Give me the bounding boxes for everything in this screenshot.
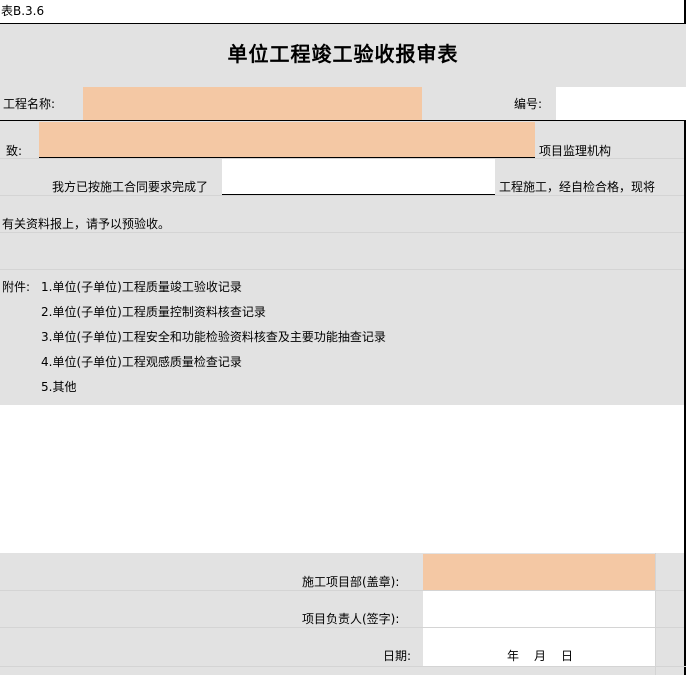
column-divider (655, 553, 656, 675)
date-month-label: 月 (534, 649, 547, 663)
bottom-divider (0, 666, 686, 667)
attachment-item: 4.单位(子单位)工程观感质量检查记录 (41, 355, 242, 369)
statement-line2: 有关资料报上，请予以预验收。 (2, 217, 171, 231)
addressee-label: 致: (6, 144, 23, 158)
top-bar (0, 0, 686, 24)
attachment-item: 5.其他 (41, 380, 77, 394)
page-title: 单位工程竣工验收报审表 (227, 42, 459, 66)
dept-seal-label: 施工项目部(盖章): (302, 575, 400, 589)
addressee-field[interactable] (39, 122, 535, 158)
manager-sign-field[interactable] (423, 591, 655, 627)
blank-area (0, 405, 686, 553)
dept-seal-field[interactable] (423, 554, 655, 590)
project-name-field[interactable] (83, 87, 422, 120)
attachment-item: 1.单位(子单位)工程质量竣工验收记录 (41, 280, 242, 294)
table-number: 表B.3.6 (1, 4, 45, 18)
number-field[interactable] (556, 87, 686, 120)
statement-prefix: 我方已按施工合同要求完成了 (52, 180, 209, 194)
attachment-item: 3.单位(子单位)工程安全和功能检验资料核查及主要功能抽查记录 (41, 330, 386, 344)
date-year-label: 年 (507, 649, 520, 663)
addressee-suffix: 项目监理机构 (539, 144, 612, 158)
date-day-label: 日 (561, 649, 574, 663)
date-label: 日期: (383, 649, 412, 663)
project-scope-field[interactable] (222, 159, 495, 195)
project-name-label: 工程名称: (3, 97, 56, 111)
row-divider (0, 269, 686, 270)
manager-sign-label: 项目负责人(签字): (302, 612, 400, 626)
statement-suffix: 工程施工，经自检合格，现将 (499, 180, 656, 194)
attachment-item: 2.单位(子单位)工程质量控制资料核查记录 (41, 305, 266, 319)
number-label: 编号: (514, 97, 543, 111)
row-divider (0, 232, 686, 233)
attachments-label: 附件: (2, 280, 31, 294)
row-divider (0, 195, 686, 196)
